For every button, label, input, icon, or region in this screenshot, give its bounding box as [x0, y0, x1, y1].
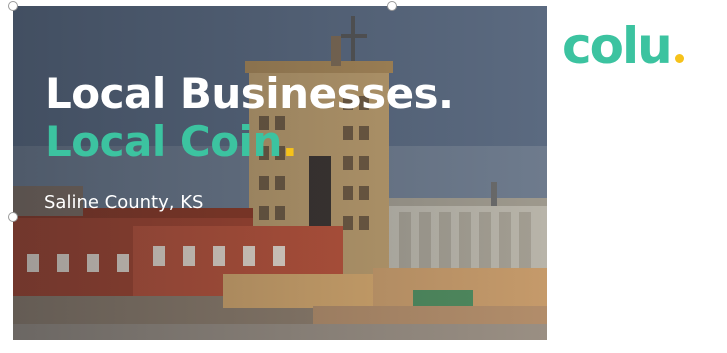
logo-text: colu — [562, 17, 673, 75]
selected-picture[interactable]: Local Businesses. Local Coin. Saline Cou… — [13, 6, 547, 340]
resize-handle-middle-left[interactable] — [8, 212, 18, 222]
photo-darkening-overlay — [13, 6, 547, 340]
resize-handle-top-middle[interactable] — [387, 1, 397, 11]
resize-handle-top-left[interactable] — [8, 1, 18, 11]
location-text: Saline County, KS — [44, 192, 204, 213]
headline: Local Businesses. Local Coin. — [45, 70, 454, 166]
logo-dot-icon — [674, 54, 684, 63]
headline-line-1: Local Businesses. — [45, 69, 454, 118]
canvas: Local Businesses. Local Coin. Saline Cou… — [0, 0, 727, 353]
headline-period: . — [281, 117, 298, 166]
headline-line-2: Local Coin — [45, 117, 282, 166]
brand-logo: colu — [562, 16, 684, 76]
